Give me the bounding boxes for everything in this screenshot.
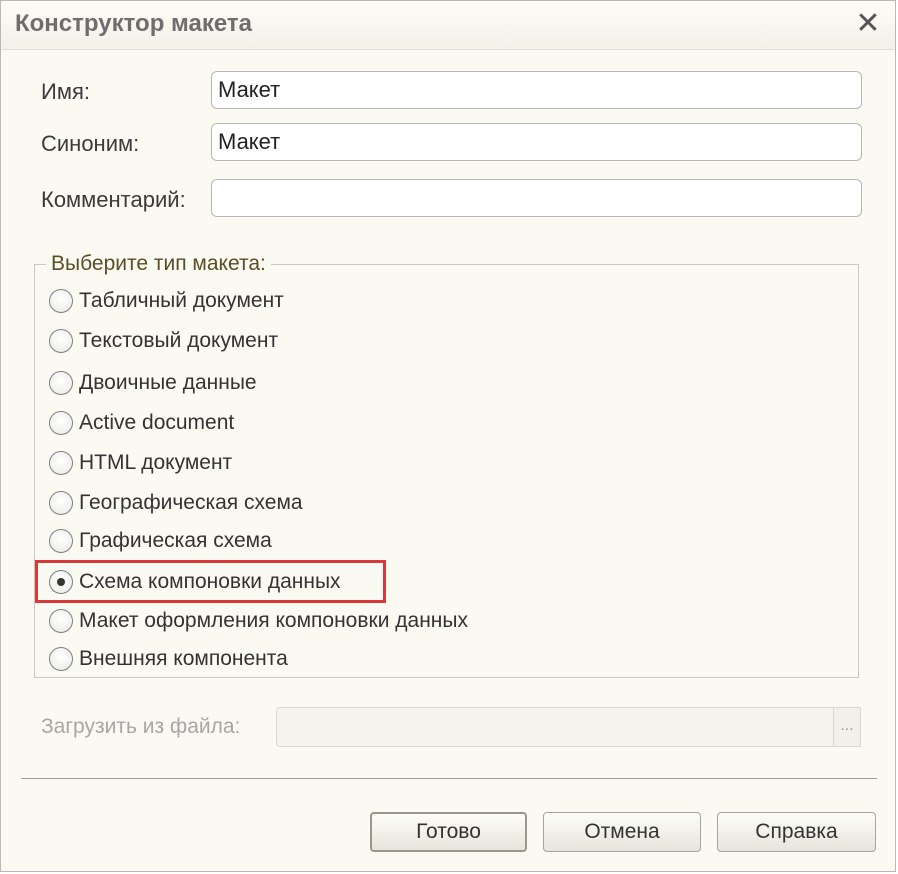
radio-button[interactable] <box>49 451 73 475</box>
window-title: Конструктор макета <box>15 10 252 37</box>
radio-option-html-document[interactable]: HTML документ <box>49 447 232 479</box>
radio-label: HTML документ <box>79 451 233 474</box>
radio-option-composition-appearance[interactable]: Макет оформления компоновки данных <box>49 605 468 637</box>
comment-label: Комментарий: <box>41 187 186 212</box>
selection-highlight-box <box>35 560 386 603</box>
layout-type-group-title: Выберите тип макета: <box>46 252 271 276</box>
radio-option-geo-schema[interactable]: Географическая схема <box>49 487 303 519</box>
radio-label: Табличный документ <box>79 289 284 312</box>
radio-label: Географическая схема <box>79 491 303 514</box>
radio-button[interactable] <box>49 647 73 671</box>
name-label: Имя: <box>41 79 90 104</box>
ok-button[interactable]: Готово <box>370 812 527 852</box>
radio-option-active-document[interactable]: Active document <box>49 407 234 439</box>
radio-button[interactable] <box>49 329 73 353</box>
radio-option-binary-data[interactable]: Двоичные данные <box>49 367 257 399</box>
close-icon[interactable]: ✕ <box>855 9 881 39</box>
load-from-file-field[interactable] <box>276 707 834 747</box>
synonym-field[interactable]: Макет <box>211 123 862 161</box>
comment-field[interactable] <box>211 179 862 217</box>
radio-option-text-document[interactable]: Текстовый документ <box>49 325 278 357</box>
radio-option-spreadsheet[interactable]: Табличный документ <box>49 285 284 317</box>
radio-button[interactable] <box>49 491 73 515</box>
radio-label: Active document <box>79 411 235 434</box>
radio-button[interactable] <box>49 609 73 633</box>
help-button[interactable]: Справка <box>717 812 876 852</box>
radio-label: Макет оформления компоновки данных <box>79 609 468 632</box>
radio-button[interactable] <box>49 411 73 435</box>
separator <box>21 778 877 779</box>
layout-constructor-dialog: Конструктор макета ✕ Имя: Макет Синоним:… <box>0 0 896 872</box>
radio-button[interactable] <box>49 529 73 553</box>
synonym-label: Синоним: <box>41 131 140 156</box>
browse-button[interactable]: ... <box>833 707 861 747</box>
radio-label: Текстовый документ <box>79 329 279 352</box>
radio-option-external-component[interactable]: Внешняя компонента <box>49 643 288 675</box>
radio-button[interactable] <box>49 289 73 313</box>
title-bar: Конструктор макета ✕ <box>1 1 895 50</box>
cancel-button[interactable]: Отмена <box>543 812 701 852</box>
radio-option-graphic-schema[interactable]: Графическая схема <box>49 525 272 557</box>
name-field[interactable]: Макет <box>211 71 862 109</box>
radio-label: Двоичные данные <box>79 371 257 394</box>
load-from-file-label: Загрузить из файла: <box>41 715 241 738</box>
radio-button[interactable] <box>49 371 73 395</box>
radio-label: Графическая схема <box>79 529 272 552</box>
radio-label: Внешняя компонента <box>79 647 288 670</box>
